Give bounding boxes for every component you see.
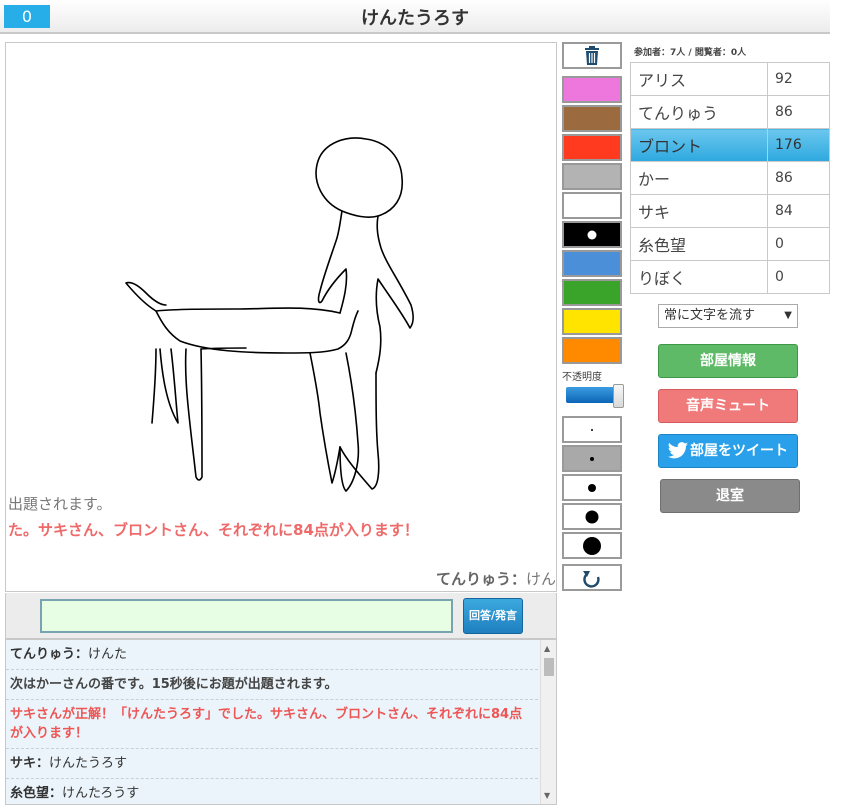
brush-size-3[interactable] (562, 474, 622, 501)
opacity-label: 不透明度 (562, 372, 602, 383)
player-score: 176 (767, 128, 830, 162)
color-swatch-green[interactable] (562, 279, 622, 306)
tweet-room-button[interactable]: 部屋をツイート (658, 434, 798, 468)
color-swatch-yellow[interactable] (562, 308, 622, 335)
selected-indicator-icon (587, 230, 597, 239)
brush-size-1[interactable] (562, 416, 622, 443)
answer-submit-button[interactable]: 回答/発言 (463, 598, 523, 634)
player-name: ブロント (630, 128, 768, 162)
color-swatch-brown[interactable] (562, 105, 622, 132)
color-swatch-gray[interactable] (562, 163, 622, 190)
player-row: りぼく 0 (630, 260, 830, 294)
participants-count: 参加者：7人 / 閲覧者：0人 (634, 48, 747, 58)
opacity-slider-track[interactable] (566, 387, 616, 403)
player-name: てんりゅう (630, 95, 768, 129)
chat-message: てんりゅう：けんた (6, 640, 538, 670)
room-info-button[interactable]: 部屋情報 (658, 344, 798, 378)
color-swatch-pink[interactable] (562, 76, 622, 103)
undo-button[interactable] (562, 564, 622, 591)
player-scoreboard: アリス 92 てんりゅう 86 ブロント 176 かー 86 サキ 84 糸色望 0 りぼく… (630, 62, 830, 294)
player-name: りぼく (630, 260, 768, 294)
player-row-active-drawer: ブロント 176 (630, 128, 830, 162)
color-swatch-white[interactable] (562, 192, 622, 219)
opacity-slider[interactable] (566, 384, 624, 408)
player-name: かー (630, 161, 768, 195)
chat-message: サキ：けんたうろす (6, 749, 538, 779)
flow-message-chat: てんりゅう：けん (436, 568, 556, 589)
brush-size-2-selected[interactable] (562, 445, 622, 472)
player-row: サキ 84 (630, 194, 830, 228)
undo-icon (583, 571, 600, 588)
chat-system-message: 次はかーさんの番です。15秒後にお題が出題されます。 (6, 670, 538, 700)
brush-size-5[interactable] (562, 532, 622, 559)
player-row: 糸色望 0 (630, 227, 830, 261)
color-swatch-black-selected[interactable] (562, 221, 622, 248)
chat-log[interactable]: てんりゅう：けんた 次はかーさんの番です。15秒後にお題が出題されます。 サキさ… (5, 639, 557, 805)
player-score: 0 (767, 260, 830, 294)
clear-canvas-button[interactable] (562, 42, 622, 69)
player-score: 86 (767, 161, 830, 195)
answer-bar: 回答/発言 (5, 593, 557, 639)
chevron-down-icon: ▼ (784, 310, 792, 321)
answer-input[interactable] (40, 599, 453, 633)
brush-dot-icon (588, 483, 596, 492)
chat-correct-message: サキさんが正解！「けんたうろす」でした。サキさん、ブロントさん、それぞれに84点… (6, 700, 538, 749)
leave-room-button[interactable]: 退室 (660, 479, 800, 513)
player-score: 0 (767, 227, 830, 261)
player-row: てんりゅう 86 (630, 95, 830, 129)
text-flow-select-value: 常に文字を流す (664, 308, 756, 323)
chat-text: けんたうろす (49, 756, 128, 771)
player-name: アリス (630, 62, 768, 96)
brush-dot-icon (583, 536, 601, 555)
scroll-up-arrow-icon[interactable]: ▲ (544, 644, 550, 653)
chat-author: 糸色望： (10, 786, 63, 801)
player-row: アリス 92 (630, 62, 830, 96)
brush-dot-icon (590, 456, 594, 461)
player-name: 糸色望 (630, 227, 768, 261)
player-name: サキ (630, 194, 768, 228)
player-score: 84 (767, 194, 830, 228)
chat-scrollbar[interactable]: ▲ ▼ (540, 640, 556, 804)
text-flow-select[interactable]: 常に文字を流す ▼ (658, 304, 798, 328)
chat-message: 糸色望：けんたろうす (6, 779, 538, 804)
player-score: 86 (767, 95, 830, 129)
brush-size-4[interactable] (562, 503, 622, 530)
player-row: かー 86 (630, 161, 830, 195)
flow-message-name: てんりゅう： (436, 570, 527, 588)
drawing-canvas[interactable]: 出題されます。 た。サキさん、ブロントさん、それぞれに84点が入ります！ てんり… (5, 42, 557, 592)
brush-dot-icon (591, 428, 593, 431)
chat-text: けんた (88, 647, 128, 662)
header-bar: 0 けんたうろす (0, 0, 830, 34)
scroll-thumb[interactable] (544, 658, 554, 676)
page-title: けんたうろす (361, 8, 469, 29)
chat-author: サキ： (10, 756, 50, 771)
scroll-down-arrow-icon[interactable]: ▼ (544, 791, 550, 800)
trash-icon (585, 46, 599, 65)
chat-author: てんりゅう： (10, 647, 89, 662)
twitter-bird-icon (667, 442, 689, 459)
color-swatch-orange[interactable] (562, 337, 622, 364)
mute-sound-button[interactable]: 音声ミュート (658, 389, 798, 423)
brush-dot-icon (585, 510, 599, 523)
chat-text: けんたろうす (62, 786, 140, 801)
color-swatch-blue[interactable] (562, 250, 622, 277)
flow-message: 出題されます。 (8, 495, 112, 513)
flow-message-text: けん (526, 570, 557, 588)
opacity-slider-handle[interactable] (613, 384, 624, 408)
color-swatch-red[interactable] (562, 134, 622, 161)
flow-message-correct: た。サキさん、ブロントさん、それぞれに84点が入ります！ (8, 521, 419, 539)
player-score: 92 (767, 62, 830, 96)
